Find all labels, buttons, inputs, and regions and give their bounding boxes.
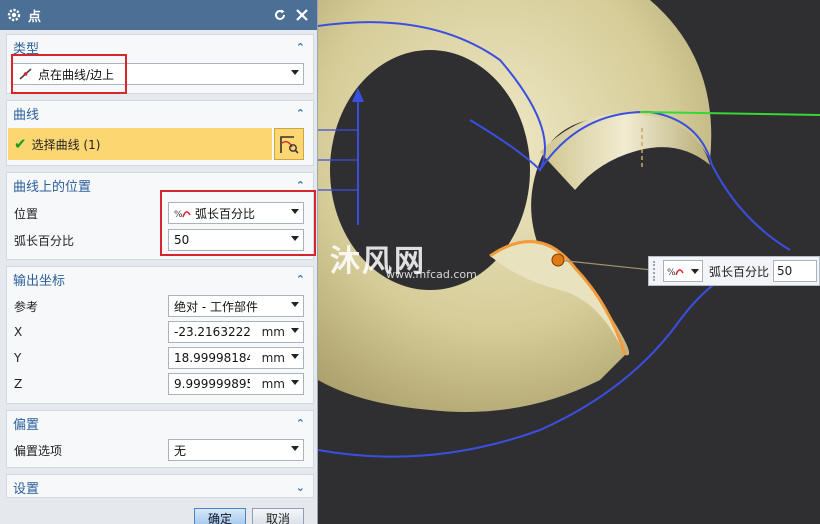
point-marker-icon[interactable] <box>551 253 565 267</box>
arc-percent-label: 弧长百分比 <box>14 233 75 248</box>
onscreen-mode-dropdown[interactable]: % <box>663 260 703 282</box>
drag-handle-icon[interactable] <box>653 261 657 281</box>
location-value: 弧长百分比 <box>195 206 256 221</box>
reference-label: 参考 <box>14 299 39 314</box>
collapse-chevron-icon[interactable]: ⌃ <box>296 179 305 192</box>
arc-percent-input[interactable]: 50 <box>168 229 304 251</box>
dropdown-arrow-icon <box>291 328 299 333</box>
reference-value: 绝对 - 工作部件 <box>174 299 258 314</box>
type-section-header[interactable]: 类型 ⌃ <box>7 35 313 59</box>
offset-section-title: 偏置 <box>13 417 40 433</box>
z-unit: mm <box>259 377 285 391</box>
location-label: 位置 <box>14 206 39 221</box>
type-dropdown-value: 点在曲线/边上 <box>38 67 115 82</box>
x-label: X <box>14 325 23 339</box>
svg-text:%: % <box>667 268 676 277</box>
collapse-chevron-icon[interactable]: ⌃ <box>296 273 305 286</box>
collapse-chevron-icon[interactable]: ⌃ <box>296 41 305 54</box>
dropdown-arrow-icon <box>291 446 299 451</box>
curve-selector-button[interactable] <box>274 128 304 160</box>
dropdown-arrow-icon <box>291 354 299 359</box>
dropdown-arrow-icon <box>291 209 299 214</box>
onscreen-value-input[interactable]: 50 <box>773 260 818 282</box>
offset-option-label: 偏置选项 <box>14 443 63 458</box>
x-value: -23.21632223 <box>174 325 250 339</box>
arc-percent-icon: % <box>174 210 191 219</box>
onscreen-input-bar: % 弧长百分比 50 <box>648 256 820 286</box>
dropdown-arrow-icon <box>291 236 299 241</box>
output-coords-header[interactable]: 输出坐标 ⌃ <box>7 267 313 291</box>
collapse-chevron-icon[interactable]: ⌃ <box>296 417 305 430</box>
ok-button[interactable]: 确定 <box>194 508 246 524</box>
expand-chevron-icon[interactable]: ⌄ <box>296 481 305 494</box>
output-coords-title: 输出坐标 <box>13 273 66 289</box>
position-section-title: 曲线上的位置 <box>13 179 92 195</box>
y-label: Y <box>14 351 22 365</box>
position-section-header[interactable]: 曲线上的位置 ⌃ <box>7 173 313 197</box>
z-input[interactable]: 9.999999895 mm <box>168 373 304 395</box>
y-input[interactable]: 18.99998184 mm <box>168 347 304 369</box>
point-on-curve-icon <box>19 68 32 80</box>
checkmark-icon: ✔ <box>14 135 27 153</box>
dialog-title: 点 <box>28 9 42 25</box>
boundary-curve-right <box>711 164 791 251</box>
curve-section-title: 曲线 <box>13 107 40 123</box>
dropdown-arrow-icon <box>291 70 299 75</box>
gear-icon[interactable] <box>6 7 22 23</box>
y-unit: mm <box>259 351 285 365</box>
offset-option-dropdown[interactable]: 无 <box>168 439 304 461</box>
y-value: 18.99998184 <box>174 351 250 365</box>
offset-section-header[interactable]: 偏置 ⌃ <box>7 411 313 435</box>
dropdown-arrow-icon <box>291 302 299 307</box>
reference-dropdown[interactable]: 绝对 - 工作部件 <box>168 295 304 317</box>
curve-section-header[interactable]: 曲线 ⌃ <box>7 101 313 125</box>
offset-option-value: 无 <box>174 443 187 458</box>
settings-section: 设置 ⌄ <box>6 474 314 498</box>
z-value: 9.999999895 <box>174 377 250 391</box>
reset-icon[interactable] <box>271 6 289 24</box>
select-curve-field[interactable]: ✔ 选择曲线 (1) <box>8 128 272 160</box>
arc-percent-value: 50 <box>174 233 190 247</box>
collapse-chevron-icon[interactable]: ⌃ <box>296 107 305 120</box>
x-unit: mm <box>259 325 285 339</box>
z-label: Z <box>14 377 23 391</box>
dialog-titlebar: 点 <box>0 0 317 30</box>
location-dropdown[interactable]: % 弧长百分比 <box>168 202 304 224</box>
dropdown-arrow-icon <box>291 380 299 385</box>
curve-select-icon <box>280 136 299 154</box>
settings-section-header[interactable]: 设置 ⌄ <box>7 475 313 499</box>
arc-percent-icon: % <box>667 268 684 277</box>
point-dialog: 点 类型 ⌃ 点在曲线/边上 曲线 ⌃ ✔ 选择曲线 (1) 曲线上的位置 ⌃ … <box>0 0 318 524</box>
onscreen-label: 弧长百分比 <box>709 264 770 279</box>
x-input[interactable]: -23.21632223 mm <box>168 321 304 343</box>
close-icon[interactable] <box>293 6 311 24</box>
settings-section-title: 设置 <box>13 481 40 497</box>
cancel-button[interactable]: 取消 <box>252 508 304 524</box>
type-section-title: 类型 <box>13 41 40 57</box>
dropdown-arrow-icon <box>691 269 699 274</box>
svg-text:%: % <box>174 210 183 219</box>
type-dropdown[interactable]: 点在曲线/边上 <box>12 63 304 85</box>
select-curve-label: 选择曲线 (1) <box>31 137 101 152</box>
